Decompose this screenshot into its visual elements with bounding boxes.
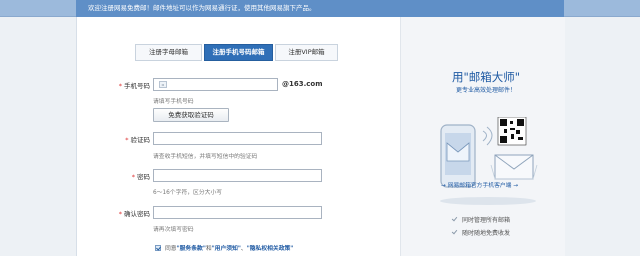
agreement-row: 同意 "服务条款" 和 "用户须知" 、 "隐私权相关政策" [155,243,293,252]
registration-card: 注册字母邮箱 注册手机号码邮箱 注册VIP邮箱 * 手机号码 ▫ @163.com… [76,17,565,256]
password-hint: 6～16个字符，区分大小写 [153,190,223,196]
password-input[interactable] [153,169,322,182]
phone-hint: 请填写手机号码 [153,99,194,105]
qr-code-icon [497,117,527,146]
feature-item: 随时随地免费收发 [451,228,510,237]
password-label: * 密码 [131,173,150,181]
code-hint: 请查收手机短信，并填写短信中的验证码 [153,154,258,160]
phone-label: * 手机号码 [118,82,150,90]
user-notice-link[interactable]: "用户须知" [212,243,241,252]
registration-tabs: 注册字母邮箱 注册手机号码邮箱 注册VIP邮箱 [135,44,340,61]
mobile-client-link[interactable]: → 网易邮箱官方手机客户端 → [441,180,518,189]
get-code-button[interactable]: 免费获取验证码 [153,108,229,122]
mail-domain: @163.com [282,80,323,88]
phone-input[interactable]: ▫ [153,78,278,91]
feature-label: 随时随地免费收发 [462,230,511,237]
code-input[interactable] [153,132,322,145]
confirm-password-input[interactable] [153,206,322,219]
top-banner: 欢迎注册网易免费邮！邮件地址可以作为网易通行证，使用其他网易旗下产品。 [0,0,640,17]
agree-checkbox[interactable] [155,244,161,251]
phone-prefix-icon: ▫ [159,81,167,88]
registration-form: 注册字母邮箱 注册手机号码邮箱 注册VIP邮箱 * 手机号码 ▫ @163.com… [77,17,400,256]
privacy-link[interactable]: "隐私权相关政策" [247,243,294,252]
agree-prefix: 同意 [165,246,177,252]
check-icon [451,229,458,236]
tab-phone-mailbox[interactable]: 注册手机号码邮箱 [204,44,273,61]
code-label: * 验证码 [125,136,150,144]
feature-item: 同时管理所有邮箱 [451,215,510,224]
terms-link[interactable]: "服务条款" [177,243,206,252]
check-icon [451,216,458,223]
feature-label: 同时管理所有邮箱 [462,217,511,224]
promo-title: 用"邮箱大师" [451,70,521,84]
confirm-password-label: * 确认密码 [118,210,150,218]
envelope-icon [490,154,538,180]
wifi-icon [482,126,493,146]
promo-panel: 用"邮箱大师" 更专业高效处理邮件！ → 网易邮箱官方手机客户端 → 同时管理所… [400,17,565,256]
promo-subtitle: 更专业高效处理邮件！ [455,87,516,94]
tab-letter-mailbox[interactable]: 注册字母邮箱 [135,44,202,61]
confirm-password-hint: 请再次填写密码 [153,227,194,233]
mail-app-illustration [440,117,538,205]
welcome-notice: 欢迎注册网易免费邮！邮件地址可以作为网易通行证，使用其他网易旗下产品。 [76,0,564,17]
tab-vip-mailbox[interactable]: 注册VIP邮箱 [275,44,338,61]
